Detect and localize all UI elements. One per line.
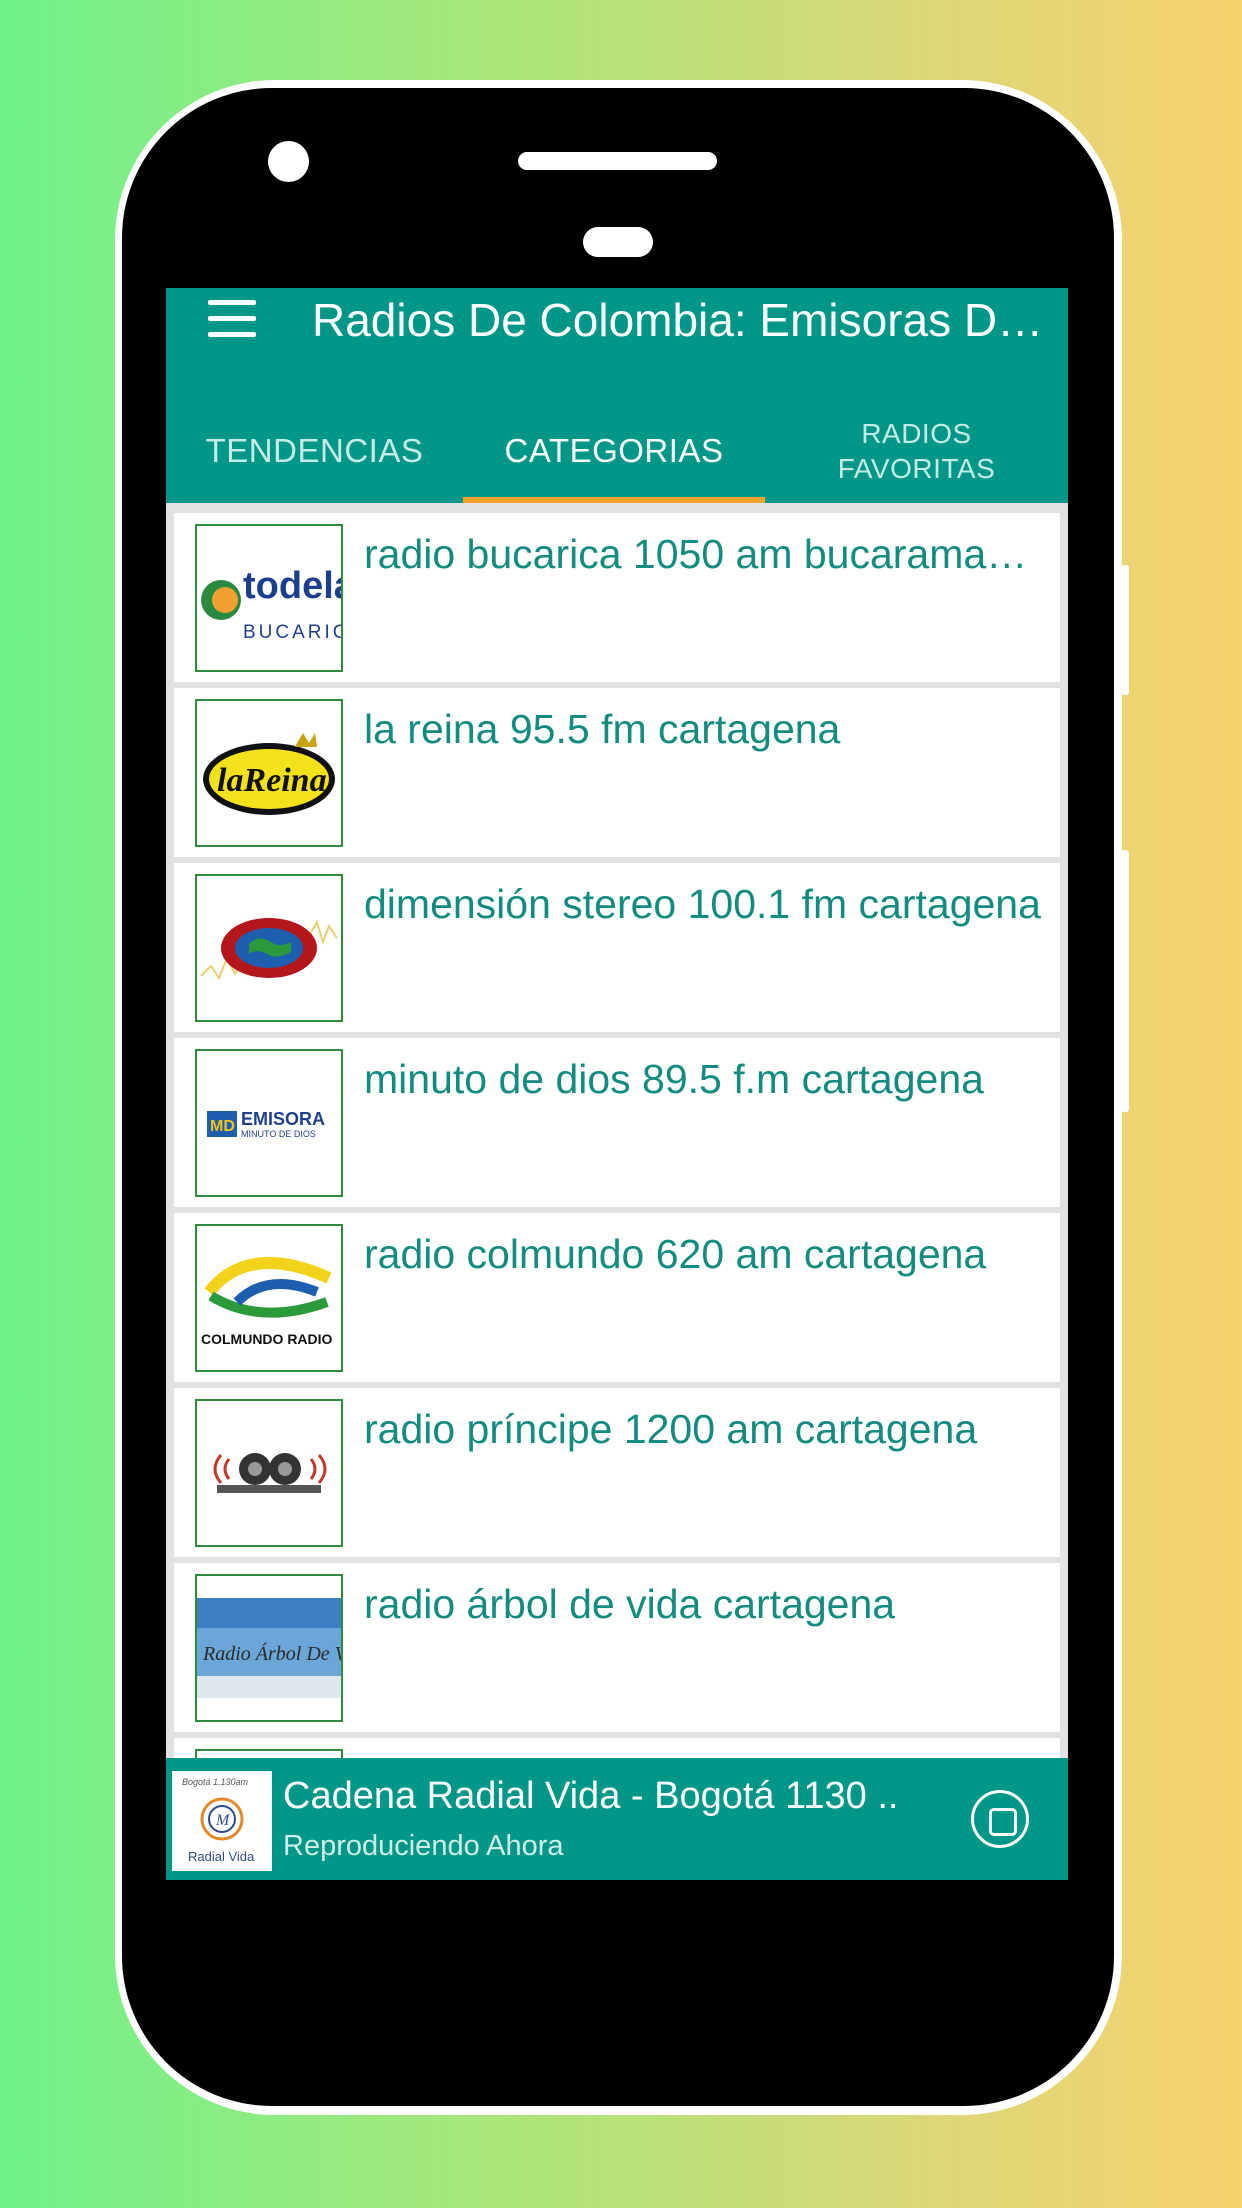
app-screen: Radios De Colombia: Emisoras De Radio AM… (166, 288, 1068, 1880)
station-row[interactable]: laReina la reina 95.5 fm cartagena (174, 688, 1060, 857)
svg-text:COLMUNDO RADIO: COLMUNDO RADIO (201, 1331, 333, 1347)
app-bar: Radios De Colombia: Emisoras De Radio AM… (166, 288, 1068, 503)
now-playing-art: Bogotá 1.130am M Radial Vida (172, 1771, 272, 1871)
svg-text:todelar: todelar (243, 565, 341, 607)
app-title: Radios De Colombia: Emisoras De Radio AM… (312, 294, 1052, 346)
now-playing-bar[interactable]: Bogotá 1.130am M Radial Vida Cadena Radi… (166, 1758, 1068, 1880)
station-logo: todelar BUCARICA (195, 524, 343, 672)
hamburger-menu-icon[interactable] (208, 298, 258, 342)
station-name: la reina 95.5 fm cartagena (364, 706, 841, 752)
tab-tendencias[interactable]: TENDENCIAS (166, 398, 463, 503)
principe-logo-icon (213, 1453, 327, 1493)
colmundo-logo-icon: COLMUNDO RADIO (201, 1256, 333, 1347)
station-row[interactable]: COLMUNDO RADIO radio colmundo 620 am car… (174, 1213, 1060, 1382)
phone-camera (268, 141, 309, 182)
svg-text:Bogotá 1.130am: Bogotá 1.130am (182, 1777, 249, 1787)
stop-icon[interactable] (971, 1790, 1029, 1848)
station-name: radio árbol de vida cartagena (364, 1581, 896, 1627)
svg-text:Radio Árbol De Vida: Radio Árbol De Vida (202, 1642, 341, 1665)
station-name: radio bucarica 1050 am bucaramanga (364, 531, 1048, 577)
la-reina-logo-icon: laReina (203, 733, 335, 815)
tab-label: TENDENCIAS (205, 431, 424, 469)
station-logo: MD EMISORA MINUTO DE DIOS (195, 1049, 343, 1197)
phone-speaker (518, 152, 717, 170)
svg-text:MD: MD (210, 1118, 235, 1135)
radial-vida-logo-icon: Bogotá 1.130am M Radial Vida (182, 1777, 255, 1864)
station-logo: laReina (195, 699, 343, 847)
station-name: radio príncipe 1200 am cartagena (364, 1406, 978, 1452)
arbol-de-vida-logo-icon: Radio Árbol De Vida (197, 1598, 341, 1698)
now-playing-title: Cadena Radial Vida - Bogotá 1130 .. (283, 1775, 899, 1817)
station-row[interactable]: radio príncipe 1200 am cartagena (174, 1388, 1060, 1557)
svg-text:Radial Vida: Radial Vida (188, 1849, 255, 1864)
station-logo: COLMUNDO RADIO (195, 1224, 343, 1372)
dimension-stereo-logo-icon (200, 918, 338, 981)
now-playing-status: Reproduciendo Ahora (283, 1830, 564, 1862)
todelar-logo-icon: todelar BUCARICA (201, 565, 341, 643)
svg-text:MINUTO DE DIOS: MINUTO DE DIOS (241, 1129, 316, 1139)
tab-label: RADIOS FAVORITAS (837, 417, 996, 484)
svg-text:EMISORA: EMISORA (241, 1109, 325, 1129)
station-name: minuto de dios 89.5 f.m cartagena (364, 1056, 984, 1102)
svg-text:M: M (215, 1812, 231, 1829)
phone-sensor (583, 227, 653, 257)
station-row[interactable]: Radio Árbol De Vida radio árbol de vida … (174, 1563, 1060, 1732)
station-name: dimensión stereo 100.1 fm cartagena (364, 881, 1041, 927)
tab-categorias[interactable]: CATEGORIAS (463, 398, 765, 503)
tab-indicator (463, 497, 765, 503)
station-row[interactable]: MD EMISORA MINUTO DE DIOS minuto de dios… (174, 1038, 1060, 1207)
svg-text:laReina: laReina (217, 762, 327, 799)
station-row[interactable]: todelar BUCARICA radio bucarica 1050 am … (174, 513, 1060, 682)
tab-label: CATEGORIAS (504, 431, 724, 469)
station-row[interactable]: dimensión stereo 100.1 fm cartagena (174, 863, 1060, 1032)
phone-side-button (1121, 850, 1129, 1112)
station-logo: Radio Árbol De Vida (195, 1574, 343, 1722)
station-logo (195, 1399, 343, 1547)
station-name: radio colmundo 620 am cartagena (364, 1231, 987, 1277)
phone-side-button (1121, 565, 1129, 695)
svg-text:BUCARICA: BUCARICA (243, 622, 341, 643)
station-logo (195, 874, 343, 1022)
minuto-de-dios-logo-icon: MD EMISORA MINUTO DE DIOS (207, 1109, 325, 1139)
tab-radios-favoritas[interactable]: RADIOS FAVORITAS (765, 398, 1068, 503)
